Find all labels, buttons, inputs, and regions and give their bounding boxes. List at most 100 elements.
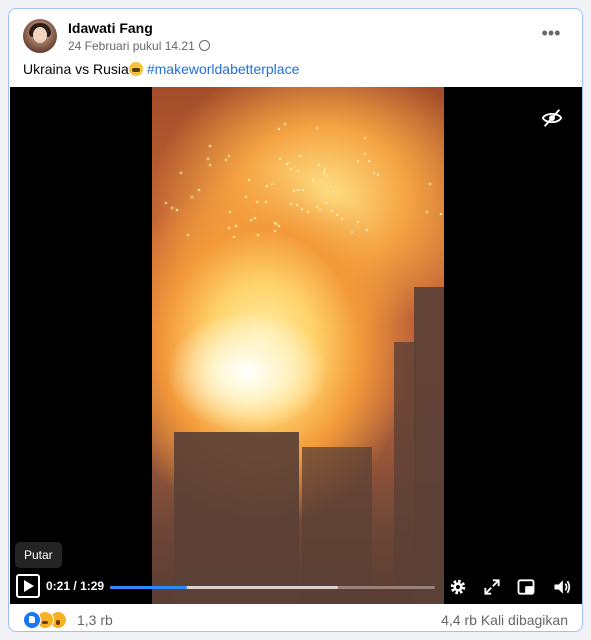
spark bbox=[319, 208, 322, 211]
spark bbox=[377, 173, 380, 176]
spark bbox=[232, 235, 235, 238]
spark bbox=[428, 183, 431, 186]
spark bbox=[439, 213, 442, 216]
like-reaction-icon bbox=[23, 611, 41, 629]
spark bbox=[206, 157, 209, 160]
reaction-count[interactable]: 1,3 rb bbox=[77, 612, 113, 628]
spark bbox=[336, 213, 338, 216]
spark bbox=[364, 153, 367, 155]
post-card: Idawati Fang 24 Februari pukul 14.21 •••… bbox=[8, 8, 583, 632]
spark bbox=[317, 163, 320, 166]
spark bbox=[322, 172, 325, 175]
spark bbox=[366, 228, 369, 231]
spark bbox=[191, 196, 194, 199]
volume-icon[interactable] bbox=[552, 577, 572, 597]
spark bbox=[234, 224, 237, 227]
spark bbox=[227, 154, 230, 157]
spark bbox=[340, 218, 343, 221]
spark bbox=[316, 206, 319, 209]
video-frame bbox=[152, 87, 444, 604]
caption-text: Ukraina vs Rusia bbox=[23, 61, 129, 77]
spark bbox=[209, 145, 212, 148]
spark bbox=[176, 208, 179, 211]
spark bbox=[208, 164, 211, 167]
share-count[interactable]: 4,4 rb Kali dibagikan bbox=[441, 612, 568, 628]
spark bbox=[279, 158, 282, 161]
spark bbox=[350, 230, 353, 233]
spark bbox=[257, 233, 260, 236]
spark bbox=[316, 127, 319, 130]
play-tooltip: Putar bbox=[15, 542, 62, 568]
spark bbox=[271, 183, 274, 186]
spark bbox=[170, 207, 173, 210]
spark bbox=[285, 162, 288, 165]
author-avatar[interactable] bbox=[23, 19, 57, 53]
building-right bbox=[414, 287, 444, 604]
video-player[interactable]: Putar 0:21 / 1:29 bbox=[10, 87, 582, 604]
miniplayer-icon[interactable] bbox=[516, 577, 536, 597]
spark bbox=[296, 204, 299, 207]
spark bbox=[296, 170, 299, 173]
spark bbox=[296, 188, 299, 191]
spark bbox=[228, 211, 231, 213]
globe-icon bbox=[198, 40, 210, 51]
spark bbox=[278, 127, 281, 130]
settings-icon[interactable] bbox=[448, 577, 468, 597]
spark bbox=[307, 210, 310, 213]
spark bbox=[274, 222, 277, 225]
time-separator: / bbox=[73, 579, 77, 593]
crying-face-icon bbox=[128, 62, 143, 76]
post-timestamp[interactable]: 24 Februari pukul 14.21 bbox=[68, 39, 195, 53]
spark bbox=[299, 154, 302, 157]
spark bbox=[311, 179, 314, 182]
spark bbox=[164, 201, 167, 204]
avatar-face bbox=[33, 27, 47, 43]
spark bbox=[227, 227, 230, 230]
spark bbox=[250, 219, 253, 222]
post-footer: 1,3 rb 4,4 rb Kali dibagikan bbox=[23, 611, 568, 631]
duration: 1:29 bbox=[80, 579, 105, 593]
spark bbox=[364, 136, 367, 139]
spark bbox=[426, 211, 429, 214]
progress-bar[interactable] bbox=[110, 586, 435, 589]
post-caption: Ukraina vs Rusia #makeworldabetterplace bbox=[23, 61, 299, 77]
spark bbox=[278, 225, 281, 228]
current-time: 0:21 bbox=[46, 579, 71, 593]
post-meta: 24 Februari pukul 14.21 bbox=[68, 39, 210, 53]
post-header: Idawati Fang 24 Februari pukul 14.21 ••• bbox=[23, 19, 568, 59]
spark bbox=[248, 179, 251, 182]
spark bbox=[301, 188, 304, 191]
spark bbox=[245, 196, 247, 199]
spark bbox=[324, 166, 327, 169]
author-name[interactable]: Idawati Fang bbox=[68, 20, 153, 36]
spark bbox=[224, 159, 227, 162]
spark bbox=[331, 209, 334, 212]
play-icon[interactable] bbox=[16, 574, 40, 598]
spark bbox=[197, 188, 200, 191]
spark bbox=[186, 234, 189, 237]
spark bbox=[356, 220, 359, 223]
spark bbox=[357, 160, 360, 163]
spark bbox=[325, 202, 328, 205]
building-right-step bbox=[394, 342, 416, 604]
spark bbox=[322, 169, 325, 172]
spark bbox=[301, 207, 304, 210]
video-controls: 0:21 / 1:29 bbox=[10, 571, 582, 604]
spark bbox=[332, 191, 335, 194]
fullscreen-icon[interactable] bbox=[482, 577, 502, 597]
spark bbox=[273, 230, 276, 233]
spark bbox=[265, 201, 268, 204]
spark bbox=[289, 168, 292, 171]
spark bbox=[179, 172, 182, 175]
played-bar bbox=[110, 586, 187, 589]
hide-icon[interactable] bbox=[541, 107, 563, 129]
spark bbox=[255, 200, 258, 203]
spark bbox=[373, 172, 376, 175]
more-options-icon[interactable]: ••• bbox=[540, 24, 562, 43]
hashtag-link[interactable]: #makeworldabetterplace bbox=[147, 61, 300, 77]
spark bbox=[253, 217, 256, 220]
spark bbox=[265, 184, 268, 187]
spark bbox=[325, 174, 328, 177]
video-time: 0:21 / 1:29 bbox=[46, 579, 104, 593]
spark bbox=[284, 123, 287, 126]
